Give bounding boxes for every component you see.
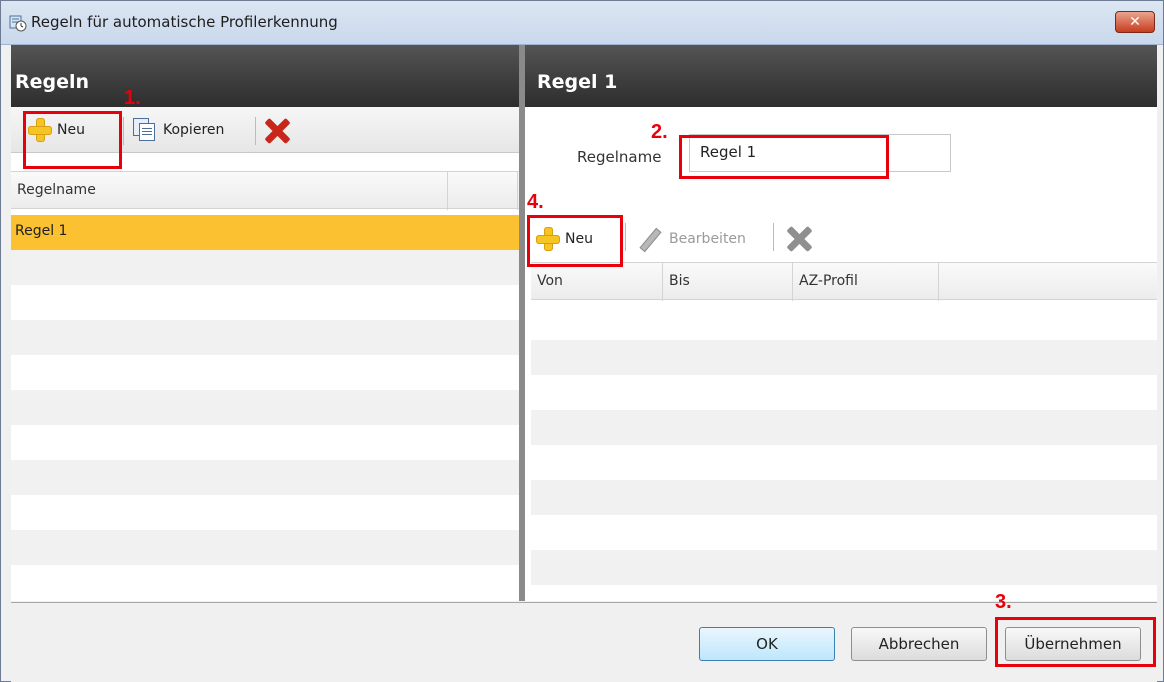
column-header-von[interactable]: Von <box>531 263 663 301</box>
table-row <box>531 480 1157 515</box>
window-title: Regeln für automatische Profilerkennung <box>31 13 338 31</box>
rules-panel-header: Regeln <box>11 45 519 107</box>
dialog-window: Regeln für automatische Profilerkennung … <box>0 0 1164 682</box>
rules-clock-icon <box>9 15 27 32</box>
annotation-step-4: 4. <box>527 191 544 213</box>
column-header-bis[interactable]: Bis <box>663 263 793 301</box>
table-row <box>531 550 1157 585</box>
close-icon: ✕ <box>1129 14 1141 30</box>
table-row <box>11 425 519 460</box>
edit-interval-button[interactable]: Bearbeiten <box>637 219 746 259</box>
column-header-az-profil[interactable]: AZ-Profil <box>793 263 939 301</box>
annotation-step-3: 3. <box>995 591 1012 613</box>
rule-detail-header: Regel 1 <box>525 45 1157 107</box>
annotation-box-new-rule <box>23 111 122 169</box>
annotation-step-2: 2. <box>651 121 668 143</box>
toolbar-separator <box>773 223 774 251</box>
copy-rule-button[interactable]: Kopieren <box>131 110 224 150</box>
toolbar-separator <box>123 117 124 145</box>
table-row <box>11 530 519 565</box>
title-bar[interactable]: Regeln für automatische Profilerkennung … <box>1 1 1163 45</box>
annotation-box-apply <box>995 617 1156 667</box>
table-row <box>531 445 1157 480</box>
annotation-step-1: 1. <box>124 87 141 109</box>
table-row <box>11 355 519 390</box>
intervals-grid-header: Von Bis AZ-Profil <box>531 262 1157 301</box>
table-row <box>11 495 519 530</box>
rule-detail-panel: Regel 1 Regelname Regel 1 Neu Bearbeiten… <box>525 45 1157 601</box>
dialog-button-bar: OK Abbrechen Übernehmen <box>11 602 1157 682</box>
pencil-icon <box>637 226 663 252</box>
copy-icon <box>131 118 157 142</box>
table-row <box>11 460 519 495</box>
cancel-button[interactable]: Abbrechen <box>851 627 987 661</box>
table-row <box>531 515 1157 550</box>
close-button[interactable]: ✕ <box>1115 11 1155 33</box>
table-row <box>11 250 519 285</box>
column-header-regelname[interactable]: Regelname <box>11 172 448 210</box>
table-row <box>11 565 519 600</box>
column-header-empty <box>448 172 518 210</box>
table-row <box>531 375 1157 410</box>
table-row <box>11 320 519 355</box>
table-row <box>531 410 1157 445</box>
delete-rule-button[interactable] <box>263 111 291 151</box>
delete-icon <box>263 117 291 145</box>
table-row-selected[interactable]: Regel 1 <box>11 215 519 250</box>
table-row <box>531 305 1157 340</box>
table-row <box>531 340 1157 375</box>
table-row <box>11 285 519 320</box>
annotation-box-new-interval <box>527 215 623 267</box>
toolbar-separator <box>625 223 626 251</box>
table-row <box>11 390 519 425</box>
rules-grid-header: Regelname <box>11 171 519 210</box>
ok-button[interactable]: OK <box>699 627 835 661</box>
copy-rule-label: Kopieren <box>163 122 225 138</box>
edit-interval-label: Bearbeiten <box>669 231 746 247</box>
rule-name-label: Regelname <box>577 148 662 166</box>
delete-interval-button[interactable] <box>785 219 813 259</box>
delete-icon <box>785 225 813 253</box>
annotation-box-rule-name <box>679 135 889 179</box>
toolbar-separator <box>255 117 256 145</box>
